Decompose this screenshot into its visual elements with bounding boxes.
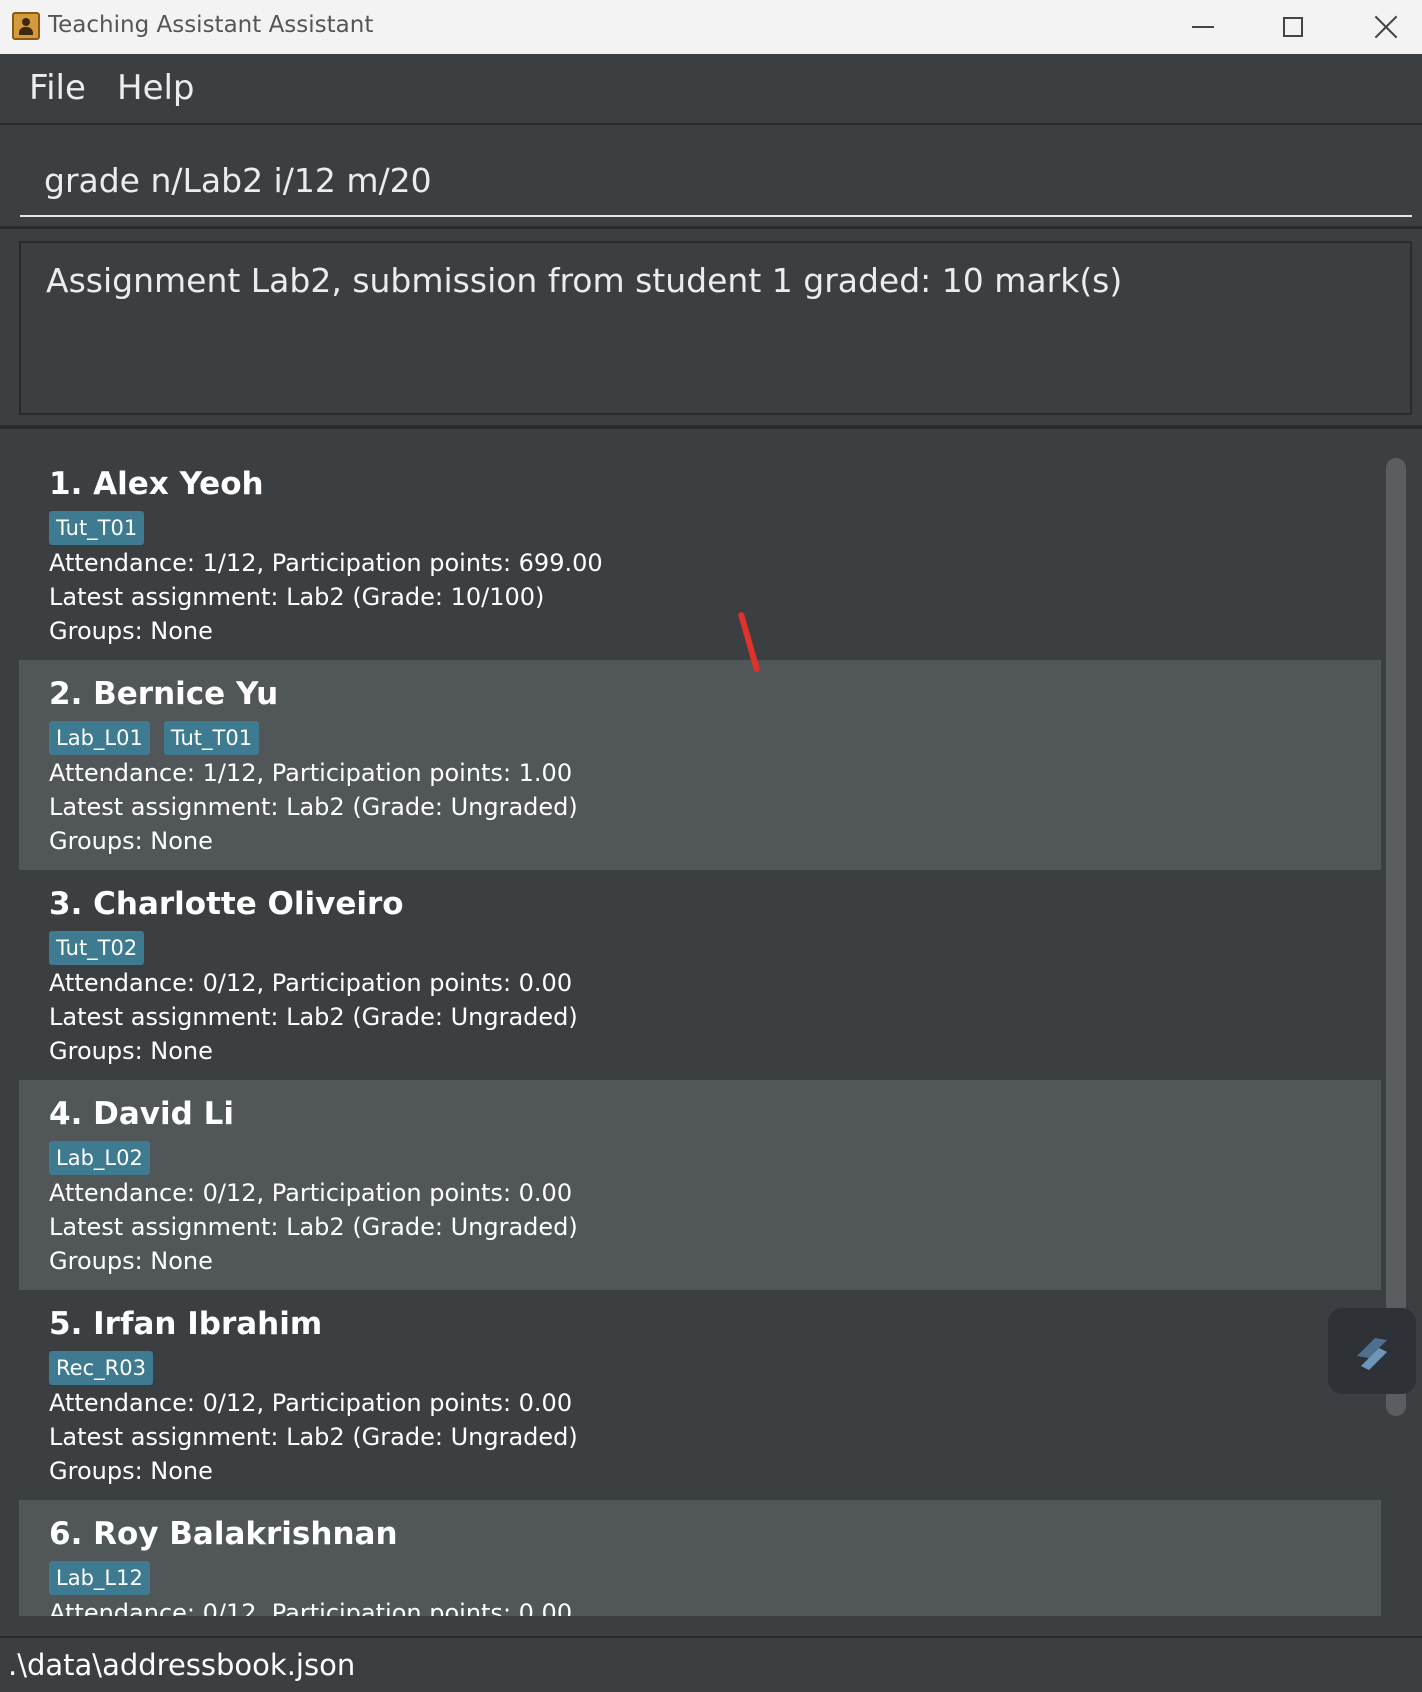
assignment-text: Latest assignment: Lab2 (Grade: Ungraded… (49, 1213, 578, 1241)
tag-badge: Lab_L12 (49, 1561, 150, 1595)
assignment-text: Latest assignment: Lab2 (Grade: Ungraded… (49, 1423, 578, 1451)
person-list[interactable]: 1. Alex Yeoh Tut_T01 Attendance: 1/12, P… (19, 450, 1381, 1616)
divider (0, 425, 1422, 429)
tag-badge: Rec_R03 (49, 1351, 153, 1385)
window-title: Teaching Assistant Assistant (48, 12, 374, 38)
tag-list: Tut_T01 (49, 511, 145, 545)
attendance-text: Attendance: 0/12, Participation points: … (49, 1389, 573, 1417)
tag-badge: Tut_T01 (163, 721, 260, 755)
assignment-text: Latest assignment: Lab2 (Grade: Ungraded… (49, 1003, 578, 1031)
person-card[interactable]: 4. David Li Lab_L02 Attendance: 0/12, Pa… (19, 1080, 1381, 1290)
menu-file[interactable]: File (29, 68, 86, 108)
status-bar: .\data\addressbook.json (0, 1636, 1422, 1692)
person-card[interactable]: 1. Alex Yeoh Tut_T01 Attendance: 1/12, P… (19, 450, 1381, 660)
groups-text: Groups: None (49, 1037, 213, 1065)
assignment-text: Latest assignment: Lab2 (Grade: 10/100) (49, 583, 545, 611)
person-card[interactable]: 6. Roy Balakrishnan Lab_L12 Attendance: … (19, 1500, 1381, 1616)
groups-text: Groups: None (49, 617, 213, 645)
tag-list: Lab_L12 (49, 1561, 150, 1595)
tag-badge: Tut_T02 (49, 931, 145, 965)
tag-badge: Tut_T01 (49, 511, 145, 545)
menu-help[interactable]: Help (117, 68, 195, 108)
attendance-text: Attendance: 1/12, Participation points: … (49, 549, 603, 577)
minimize-icon (1192, 26, 1214, 28)
floating-tool-button[interactable] (1328, 1308, 1416, 1394)
command-input[interactable] (20, 145, 1412, 217)
command-box (0, 125, 1422, 229)
attendance-text: Attendance: 0/12, Participation points: … (49, 1599, 573, 1616)
attendance-text: Attendance: 0/12, Participation points: … (49, 969, 573, 997)
person-name: 2. Bernice Yu (49, 676, 279, 712)
maximize-button[interactable] (1247, 0, 1339, 54)
pen-icon (1357, 1338, 1387, 1370)
tag-list: Rec_R03 (49, 1351, 153, 1385)
close-icon (1374, 15, 1398, 39)
menu-bar: File Help (0, 54, 1422, 125)
save-location: .\data\addressbook.json (8, 1648, 356, 1682)
maximize-icon (1283, 17, 1303, 37)
close-button[interactable] (1340, 0, 1422, 54)
attendance-text: Attendance: 1/12, Participation points: … (49, 759, 573, 787)
groups-text: Groups: None (49, 1457, 213, 1485)
tag-list: Lab_L02 (49, 1141, 150, 1175)
person-name: 5. Irfan Ibrahim (49, 1306, 323, 1342)
person-name: 6. Roy Balakrishnan (49, 1516, 398, 1552)
assignment-text: Latest assignment: Lab2 (Grade: Ungraded… (49, 793, 578, 821)
person-name: 1. Alex Yeoh (49, 466, 264, 502)
person-name: 4. David Li (49, 1096, 234, 1132)
groups-text: Groups: None (49, 1247, 213, 1275)
minimize-button[interactable] (1157, 0, 1249, 54)
person-card[interactable]: 5. Irfan Ibrahim Rec_R03 Attendance: 0/1… (19, 1290, 1381, 1500)
list-scrollbar-thumb[interactable] (1386, 458, 1406, 1416)
person-card[interactable]: 2. Bernice Yu Lab_L01 Tut_T01 Attendance… (19, 660, 1381, 870)
groups-text: Groups: None (49, 827, 213, 855)
title-bar: Teaching Assistant Assistant (0, 0, 1422, 54)
tag-badge: Lab_L01 (49, 721, 150, 755)
person-card[interactable]: 3. Charlotte Oliveiro Tut_T02 Attendance… (19, 870, 1381, 1080)
person-name: 3. Charlotte Oliveiro (49, 886, 404, 922)
result-display: Assignment Lab2, submission from student… (19, 241, 1412, 415)
tag-list: Tut_T02 (49, 931, 145, 965)
tag-list: Lab_L01 Tut_T01 (49, 721, 260, 755)
app-icon (12, 12, 40, 40)
attendance-text: Attendance: 0/12, Participation points: … (49, 1179, 573, 1207)
tag-badge: Lab_L02 (49, 1141, 150, 1175)
